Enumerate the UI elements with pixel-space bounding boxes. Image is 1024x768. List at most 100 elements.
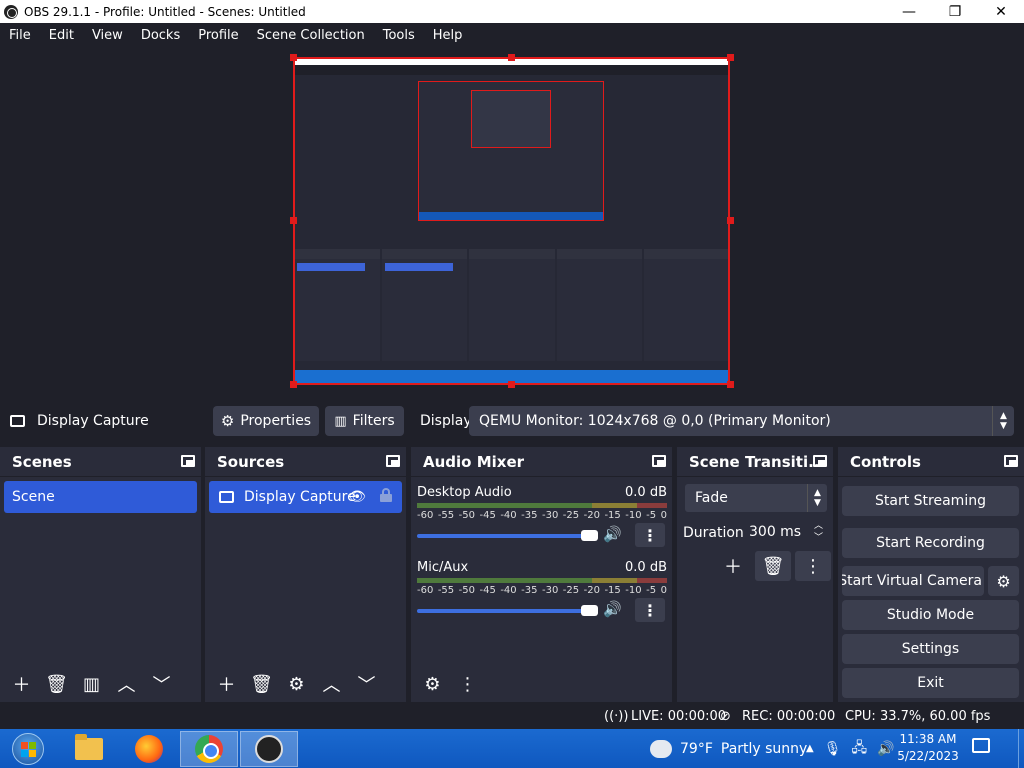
add-source-button[interactable]: ＋ bbox=[209, 669, 244, 699]
studio-mode-button[interactable]: Studio Mode bbox=[842, 600, 1019, 630]
channel-menu-button[interactable]: ⋮ bbox=[635, 598, 665, 622]
advanced-audio-gear-icon[interactable]: ⚙ bbox=[415, 669, 450, 699]
eye-icon[interactable]: 👁 bbox=[348, 489, 366, 505]
preview-area[interactable] bbox=[0, 47, 1024, 396]
resize-handle-top-left[interactable] bbox=[290, 54, 297, 61]
weather-widget[interactable]: 79°F Partly sunny bbox=[646, 729, 807, 768]
transitions-header: Scene Transiti... bbox=[677, 447, 833, 477]
start-recording-button[interactable]: Start Recording bbox=[842, 528, 1019, 558]
remove-source-button[interactable]: 🗑 bbox=[244, 669, 279, 699]
start-button[interactable] bbox=[0, 731, 56, 767]
volume-slider-knob[interactable] bbox=[581, 530, 598, 541]
menu-docks[interactable]: Docks bbox=[132, 28, 189, 43]
resize-handle-left[interactable] bbox=[290, 217, 297, 224]
start-virtual-camera-button[interactable]: Start Virtual Camera bbox=[842, 566, 984, 596]
undock-icon[interactable] bbox=[386, 455, 400, 467]
display-select[interactable]: QEMU Monitor: 1024x768 @ 0,0 (Primary Mo… bbox=[469, 406, 1014, 436]
maximize-button[interactable]: ❐ bbox=[932, 0, 978, 23]
transitions-title: Scene Transiti... bbox=[689, 452, 826, 471]
volume-slider[interactable] bbox=[417, 534, 597, 538]
lock-icon[interactable] bbox=[380, 488, 392, 502]
channel-level: 0.0 dB bbox=[625, 560, 667, 575]
resize-handle-top-right[interactable] bbox=[727, 54, 734, 61]
menu-profile[interactable]: Profile bbox=[189, 28, 247, 43]
meter-ticks: -60 -55 -50 -45 -40 -35 -30 -25 -20 -15 -10 -5 0 bbox=[417, 510, 667, 521]
move-scene-up-button[interactable]: ︿ bbox=[109, 669, 144, 699]
volume-slider[interactable] bbox=[417, 609, 597, 613]
menu-edit[interactable]: Edit bbox=[40, 28, 83, 43]
live-status: LIVE: 00:00:00 bbox=[631, 709, 727, 724]
scenes-dock: Scenes Scene ＋ 🗑 ▥ ︿ ﹀ bbox=[0, 447, 201, 702]
remove-transition-button[interactable]: 🗑 bbox=[755, 551, 791, 581]
audio-mixer-toolbar: ⚙ ⋮ bbox=[411, 666, 672, 702]
move-source-up-button[interactable]: ︿ bbox=[314, 669, 349, 699]
remove-scene-button[interactable]: 🗑 bbox=[39, 669, 74, 699]
menu-scene-collection[interactable]: Scene Collection bbox=[248, 28, 374, 43]
sources-dock-title: Sources bbox=[217, 452, 285, 471]
scene-item-label: Scene bbox=[12, 489, 55, 505]
move-source-down-button[interactable]: ﹀ bbox=[349, 669, 384, 699]
resize-handle-bottom-right[interactable] bbox=[727, 381, 734, 388]
file-explorer-taskbar-button[interactable] bbox=[60, 731, 118, 767]
obs-app-icon bbox=[4, 4, 18, 19]
windows-logo-icon bbox=[12, 733, 44, 765]
close-button[interactable]: ✕ bbox=[978, 0, 1024, 23]
source-list-item[interactable]: Display Capture 👁 bbox=[209, 481, 402, 513]
exit-button[interactable]: Exit bbox=[842, 668, 1019, 698]
speaker-icon[interactable]: 🔊 bbox=[603, 525, 622, 543]
microphone-icon[interactable]: 🎙 bbox=[824, 741, 842, 757]
scene-list-item[interactable]: Scene bbox=[4, 481, 197, 513]
mixer-menu-button[interactable]: ⋮ bbox=[450, 669, 485, 699]
resize-handle-right[interactable] bbox=[727, 217, 734, 224]
obs-taskbar-button[interactable] bbox=[240, 731, 298, 767]
firefox-taskbar-button[interactable] bbox=[120, 731, 178, 767]
resize-handle-bottom-left[interactable] bbox=[290, 381, 297, 388]
clock-time: 11:38 AM bbox=[899, 732, 957, 746]
volume-slider-knob[interactable] bbox=[581, 605, 598, 616]
minimize-button[interactable]: — bbox=[886, 0, 932, 23]
menu-tools[interactable]: Tools bbox=[374, 28, 424, 43]
move-scene-down-button[interactable]: ﹀ bbox=[144, 669, 179, 699]
filters-button[interactable]: ▥ Filters bbox=[325, 406, 404, 436]
chrome-taskbar-button[interactable] bbox=[180, 731, 238, 767]
show-desktop-button[interactable] bbox=[1018, 729, 1024, 768]
add-transition-button[interactable]: ＋ bbox=[715, 551, 751, 581]
menu-view[interactable]: View bbox=[83, 28, 132, 43]
undock-icon[interactable] bbox=[1004, 455, 1018, 467]
notifications-icon[interactable] bbox=[972, 738, 990, 753]
volume-meter bbox=[417, 503, 667, 508]
volume-icon[interactable]: 🔊 bbox=[877, 741, 894, 757]
clock-date: 5/22/2023 bbox=[897, 749, 959, 763]
settings-button[interactable]: Settings bbox=[842, 634, 1019, 664]
channel-menu-button[interactable]: ⋮ bbox=[635, 523, 665, 547]
duration-value: 300 ms bbox=[749, 524, 802, 540]
desktop-audio-channel: Desktop Audio 0.0 dB -60 -55 -50 -45 -40 -35-… bbox=[417, 485, 667, 547]
status-bar: ((·)) LIVE: 00:00:00 ⊘ REC: 00:00:00 CPU… bbox=[0, 704, 1024, 729]
duration-spinbox[interactable]: 300 ms ︿ ﹀ bbox=[739, 517, 827, 547]
source-properties-button[interactable]: ⚙ bbox=[279, 669, 314, 699]
transition-menu-button[interactable]: ⋮ bbox=[795, 551, 831, 581]
menu-help[interactable]: Help bbox=[424, 28, 472, 43]
network-icon[interactable]: 🖧 bbox=[851, 737, 867, 761]
undock-icon[interactable] bbox=[181, 455, 195, 467]
speaker-icon[interactable]: 🔊 bbox=[603, 600, 622, 618]
weather-temp: 79°F bbox=[680, 740, 713, 757]
start-streaming-button[interactable]: Start Streaming bbox=[842, 486, 1019, 516]
properties-label: Properties bbox=[240, 413, 312, 429]
scene-filters-button[interactable]: ▥ bbox=[74, 669, 109, 699]
preview-canvas[interactable] bbox=[294, 57, 730, 384]
spin-arrows-icon[interactable]: ︿ ﹀ bbox=[814, 520, 823, 544]
show-hidden-icons-icon[interactable]: ▲ bbox=[806, 743, 814, 754]
scenes-dock-title: Scenes bbox=[12, 452, 72, 471]
undock-icon[interactable] bbox=[652, 455, 666, 467]
add-scene-button[interactable]: ＋ bbox=[4, 669, 39, 699]
properties-button[interactable]: ⚙ Properties bbox=[213, 406, 319, 436]
undock-icon[interactable] bbox=[813, 455, 827, 467]
menu-file[interactable]: File bbox=[0, 28, 40, 43]
virtual-camera-gear-icon[interactable]: ⚙ bbox=[988, 566, 1019, 596]
transition-select[interactable]: Fade ▲ ▼ bbox=[685, 484, 827, 512]
resize-handle-bottom[interactable] bbox=[508, 381, 515, 388]
window-title: OBS 29.1.1 - Profile: Untitled - Scenes:… bbox=[24, 4, 306, 19]
resize-handle-top[interactable] bbox=[508, 54, 515, 61]
taskbar-clock[interactable]: 11:38 AM 5/22/2023 bbox=[893, 731, 963, 765]
